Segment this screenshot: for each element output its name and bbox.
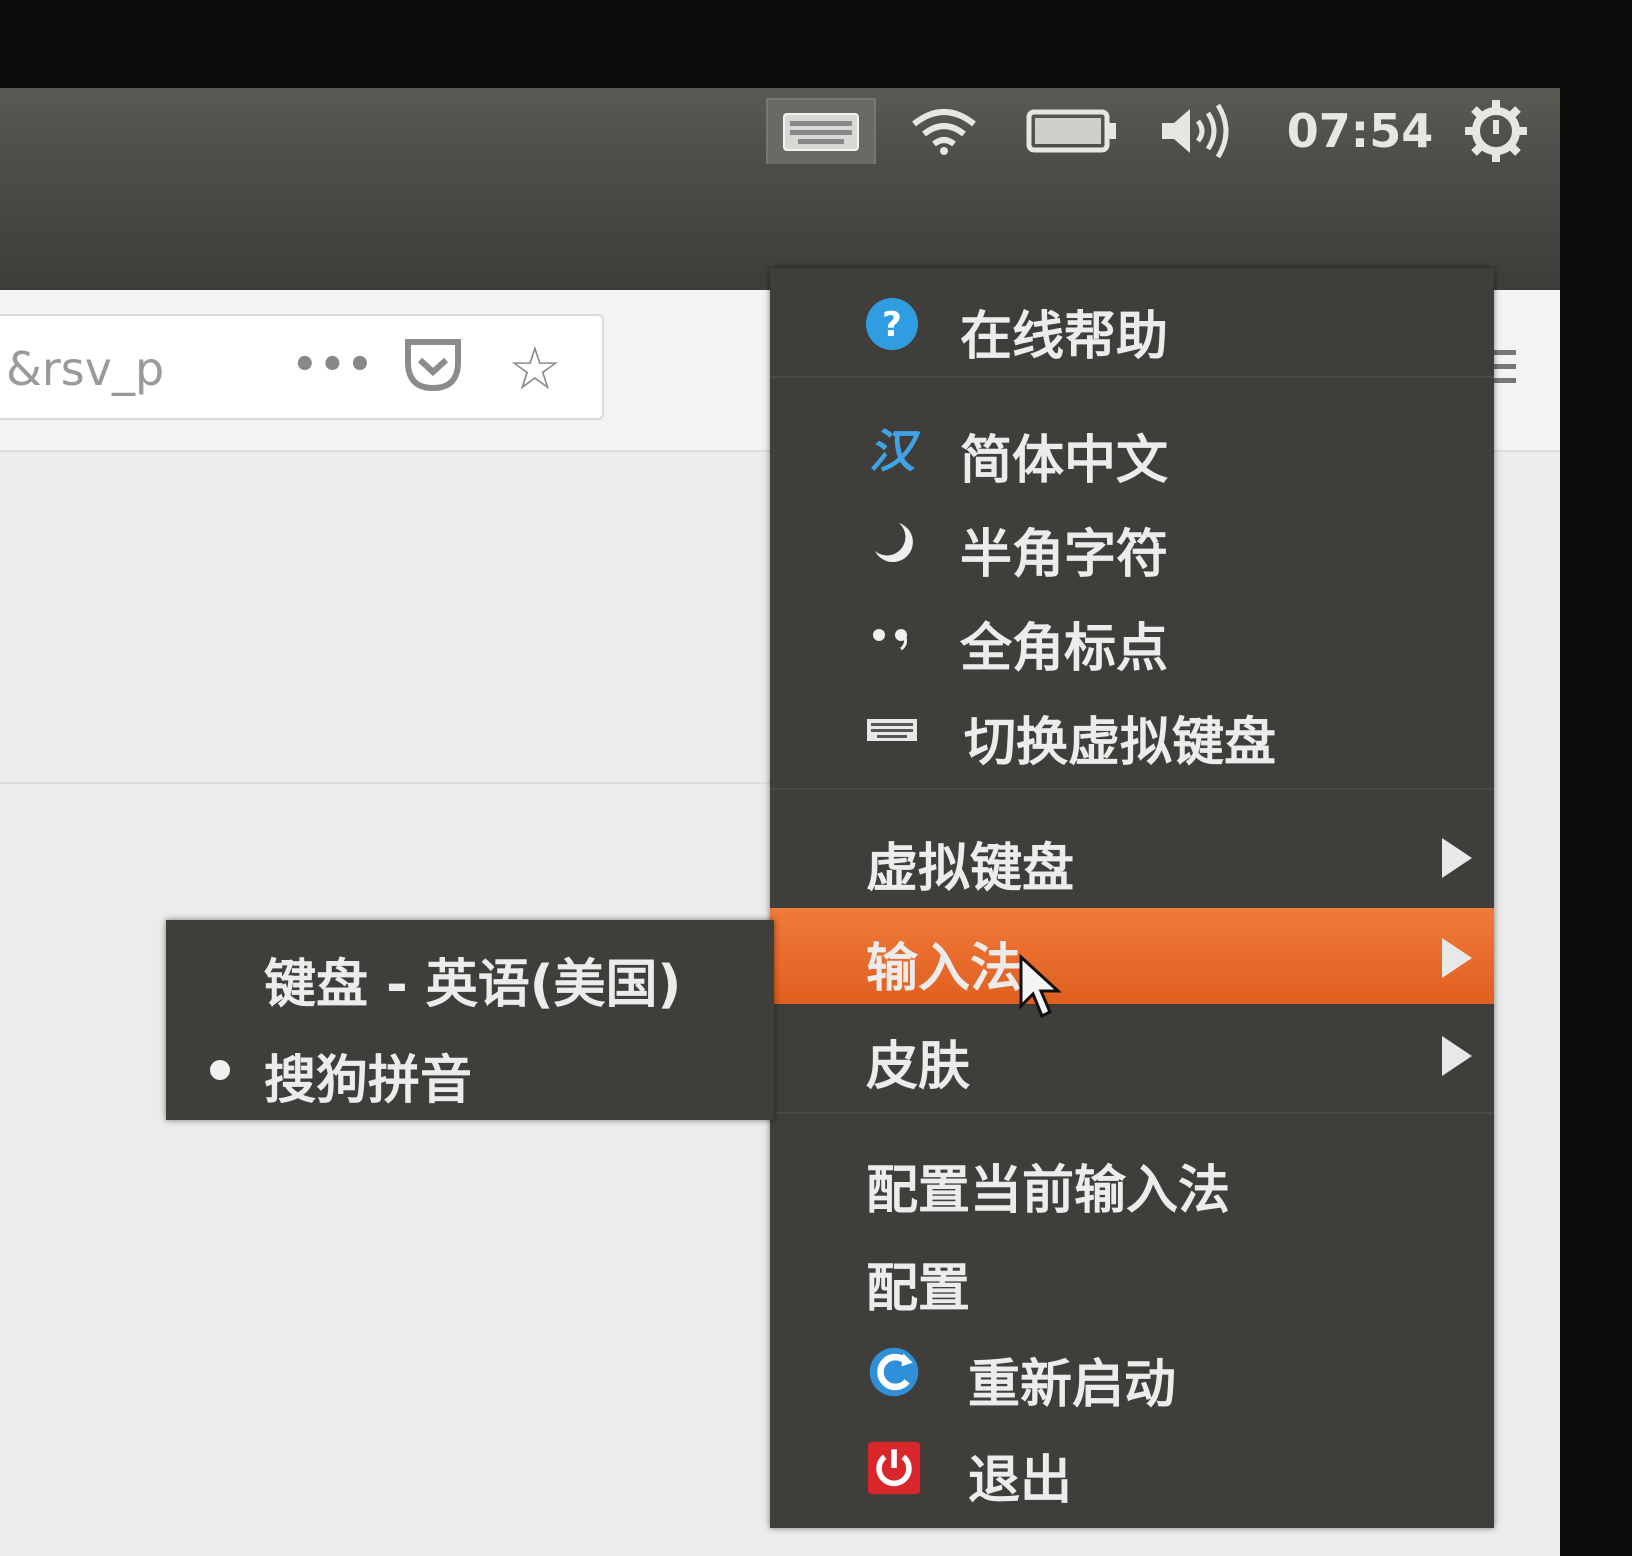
help-icon: ? [864,296,920,352]
content-divider [0,782,780,784]
menu-item-toggle-virtual-keyboard[interactable]: 切换虚拟键盘 [770,682,1494,778]
menu-item-label: 半角字符 [960,525,1169,585]
chinese-char-icon: 汉 [869,424,915,478]
volume-icon[interactable] [1154,98,1238,164]
desktop-screen: 07:54 &rsv_p ••• ☆ ? 在线帮助 汉 简体中文 半角字符 全角… [0,88,1560,1556]
menu-item-label: 输入法 [866,939,1023,999]
url-text: &rsv_p [6,342,165,396]
menu-item-skin[interactable]: 皮肤 [770,1006,1494,1102]
mouse-cursor-icon [1018,953,1062,1024]
pocket-icon[interactable] [402,336,464,398]
menu-item-label: 全角标点 [960,619,1169,679]
menu-item-full-width-punct[interactable]: 全角标点 [770,588,1494,684]
menu-item-label: 退出 [968,1451,1073,1511]
menu-item-exit[interactable]: 退出 [770,1420,1494,1516]
power-icon [866,1440,922,1496]
submenu-item-label: 键盘 - 英语(美国) [264,955,682,1015]
menu-item-label: 配置 [866,1259,971,1319]
gear-icon[interactable] [1456,98,1536,164]
menu-item-configure-current-im[interactable]: 配置当前输入法 [770,1130,1494,1226]
keyboard-icon [864,702,920,758]
clock[interactable]: 07:54 [1270,98,1450,164]
menu-item-restart[interactable]: 重新启动 [770,1324,1494,1420]
page-actions-button[interactable]: ••• [292,342,375,388]
submenu-item-sogou-pinyin[interactable]: 搜狗拼音 [166,1020,774,1116]
menu-item-half-width[interactable]: 半角字符 [770,494,1494,590]
svg-text:?: ? [882,305,902,345]
menu-item-input-method[interactable]: 输入法 [770,908,1494,1004]
menu-item-simplified-chinese[interactable]: 汉 简体中文 [770,400,1494,496]
menu-item-label: 切换虚拟键盘 [964,713,1277,773]
submenu-arrow-icon [1442,1036,1472,1076]
top-panel: 07:54 [0,88,1560,174]
menu-separator [770,788,1494,790]
bookmark-star-icon[interactable]: ☆ [508,334,562,404]
url-bar[interactable]: &rsv_p ••• ☆ [0,314,604,420]
half-moon-icon [864,514,920,570]
menu-item-label: 虚拟键盘 [866,839,1075,899]
submenu-item-label: 搜狗拼音 [264,1051,473,1111]
restart-icon [866,1344,922,1400]
menu-item-label: 简体中文 [960,431,1169,491]
battery-icon[interactable] [1022,98,1122,164]
menu-item-label: 重新启动 [968,1355,1177,1415]
keyboard-indicator-icon[interactable] [766,98,876,164]
wifi-icon[interactable] [904,98,984,164]
submenu-arrow-icon [1442,838,1472,878]
menu-item-virtual-keyboard[interactable]: 虚拟键盘 [770,808,1494,904]
submenu-arrow-icon [1442,938,1472,978]
menu-separator [770,1112,1494,1114]
input-method-submenu: 键盘 - 英语(美国) 搜狗拼音 [166,920,774,1120]
punctuation-icon [864,608,920,664]
menu-item-configure[interactable]: 配置 [770,1228,1494,1324]
menu-separator [770,376,1494,378]
menu-item-label: 配置当前输入法 [866,1161,1231,1221]
selected-radio-icon [210,1060,230,1080]
submenu-item-keyboard-english-us[interactable]: 键盘 - 英语(美国) [166,924,774,1020]
menu-item-online-help[interactable]: ? 在线帮助 [770,276,1494,372]
input-method-menu: ? 在线帮助 汉 简体中文 半角字符 全角标点 切换虚拟键盘 虚拟键盘 输入法 … [770,268,1494,1528]
menu-item-label: 皮肤 [866,1037,971,1097]
menu-item-label: 在线帮助 [960,307,1169,367]
